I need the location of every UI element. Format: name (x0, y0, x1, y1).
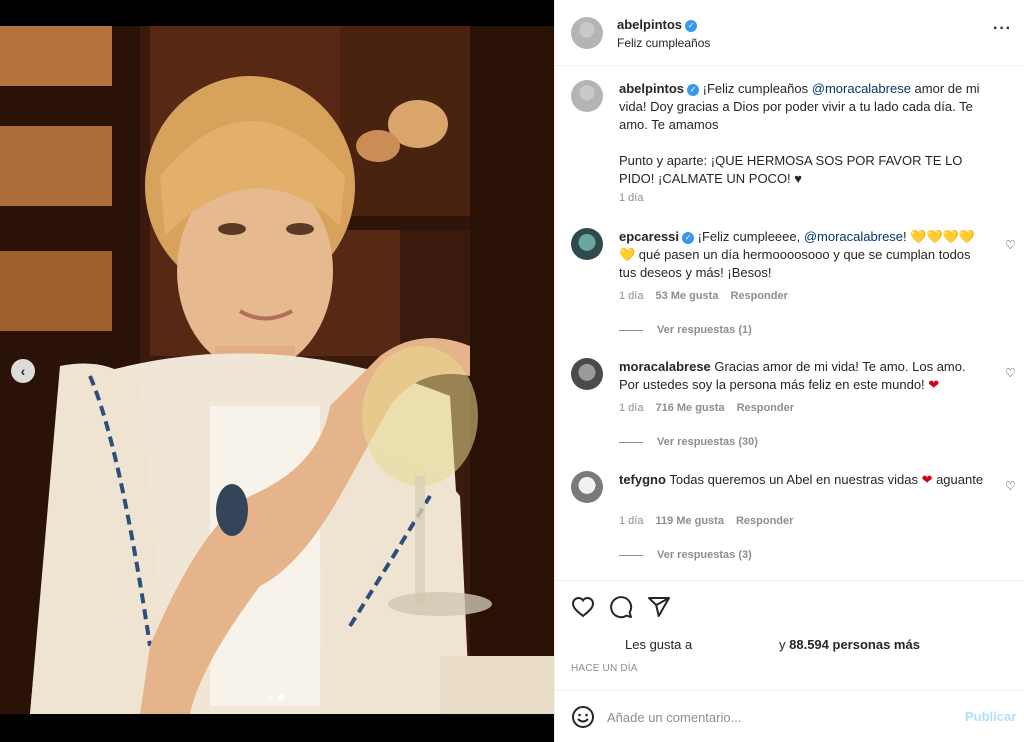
verified-badge-icon: ✓ (682, 231, 694, 244)
view-replies-button[interactable]: Ver respuestas (30) (619, 436, 758, 448)
comment-composer: Publicar (555, 690, 1024, 742)
like-comment-heart-icon[interactable]: ♡ (1005, 238, 1017, 252)
comment-text: tefygno Todas queremos un Abel en nuestr… (619, 471, 989, 489)
post-actions: Les gusta a y 88.594 personas más HACE U… (555, 580, 1024, 690)
caption-text: abelpintos ✓ ¡Feliz cumpleaños @moracalab… (619, 80, 989, 188)
post-photo[interactable] (0, 26, 554, 714)
post-caption: abelpintos ✓ ¡Feliz cumpleaños @moracalab… (571, 80, 1011, 210)
caption-text-a: ¡Feliz cumpleaños (702, 81, 812, 96)
view-replies-label: Ver respuestas (1) (657, 324, 752, 336)
comment-mention[interactable]: @moracalabrese (804, 229, 903, 244)
author-username[interactable]: abelpintos (617, 17, 682, 32)
likes-prefix: Les gusta a (625, 637, 693, 652)
comment-item: moracalabrese Gracias amor de mi vida! T… (571, 358, 1016, 450)
verified-badge-icon: ✓ (685, 19, 698, 32)
replies-divider (619, 554, 643, 556)
emoji-smile-icon[interactable] (571, 705, 595, 729)
reply-button[interactable]: Responder (730, 290, 787, 302)
commenter-avatar[interactable] (571, 358, 603, 390)
comment-likes[interactable]: 53 Me gusta (655, 290, 718, 302)
caption-meta: 1 día (619, 192, 643, 204)
red-heart-emoji: ❤ (928, 377, 940, 392)
likes-count[interactable]: 88.594 personas más (789, 637, 920, 652)
caption-time[interactable]: 1 día (619, 192, 643, 204)
comment-text: moracalabrese Gracias amor de mi vida! T… (619, 358, 989, 394)
commenter-avatar[interactable] (571, 471, 603, 503)
comment-meta: 1 día 53 Me gusta Responder (619, 290, 788, 302)
comment-input[interactable] (607, 705, 947, 729)
view-replies-button[interactable]: Ver respuestas (1) (619, 324, 752, 336)
comment-text-a: ¡Feliz cumpleeee, (697, 229, 804, 244)
caption-author[interactable]: abelpintos (619, 81, 684, 96)
comment-author[interactable]: moracalabrese (619, 359, 711, 374)
carousel-dot (268, 694, 274, 700)
reply-button[interactable]: Responder (736, 515, 793, 527)
chevron-left-icon: ‹ (20, 363, 26, 379)
comment-text-a: Todas queremos un Abel en nuestras vidas (669, 472, 922, 487)
instagram-post-modal: ‹ abelpintos ✓ Feliz cumpleaños ··· abelp… (0, 0, 1024, 742)
more-options-icon[interactable]: ··· (993, 20, 1012, 38)
post-media: ‹ (0, 0, 554, 742)
carousel-indicator (268, 694, 284, 700)
comment-meta: 1 día 119 Me gusta Responder (619, 515, 793, 527)
comment-item: tefygno Todas queremos un Abel en nuestr… (571, 471, 1016, 563)
carousel-dot-active (278, 694, 284, 700)
comment-time[interactable]: 1 día (619, 402, 643, 414)
reply-button[interactable]: Responder (737, 402, 794, 414)
commenter-avatar[interactable] (571, 228, 603, 260)
replies-divider (619, 329, 643, 331)
comment-time[interactable]: 1 día (619, 515, 643, 527)
view-replies-label: Ver respuestas (3) (657, 549, 752, 561)
author-name-row: abelpintos ✓ (617, 17, 698, 32)
verified-badge-icon: ✓ (687, 83, 700, 96)
author-avatar[interactable] (571, 17, 603, 49)
share-paper-plane-icon[interactable] (647, 595, 671, 619)
caption-mention[interactable]: @moracalabrese (812, 81, 911, 96)
photo-illustration (0, 26, 554, 714)
comment-meta: 1 día 716 Me gusta Responder (619, 402, 794, 414)
like-heart-icon[interactable] (571, 595, 595, 619)
comment-author[interactable]: tefygno (619, 472, 666, 487)
view-replies-button[interactable]: Ver respuestas (3) (619, 549, 752, 561)
view-replies-label: Ver respuestas (30) (657, 436, 758, 448)
likes-suffix: y (779, 637, 790, 652)
post-header: abelpintos ✓ Feliz cumpleaños ··· (555, 0, 1024, 66)
comment-time[interactable]: 1 día (619, 290, 643, 302)
like-comment-heart-icon[interactable]: ♡ (1005, 479, 1017, 493)
comment-item: epcaressi ✓ ¡Feliz cumpleeee, @moracalabr… (571, 228, 1016, 338)
comment-text: epcaressi ✓ ¡Feliz cumpleeee, @moracalabr… (619, 228, 989, 282)
comment-author[interactable]: epcaressi (619, 229, 679, 244)
post-timestamp[interactable]: HACE UN DÍA (571, 663, 638, 674)
replies-divider (619, 441, 643, 443)
comments-list[interactable]: abelpintos ✓ ¡Feliz cumpleaños @moracalab… (555, 66, 1024, 580)
like-comment-heart-icon[interactable]: ♡ (1005, 366, 1017, 380)
comment-likes[interactable]: 119 Me gusta (655, 515, 723, 527)
post-side-panel: abelpintos ✓ Feliz cumpleaños ··· abelpin… (554, 0, 1024, 742)
publish-button[interactable]: Publicar (965, 709, 1016, 724)
comment-bubble-icon[interactable] (609, 595, 633, 619)
comment-text-b: aguante (932, 472, 984, 487)
caption-text-c: Punto y aparte: ¡QUE HERMOSA SOS POR FAV… (619, 153, 963, 186)
red-heart-emoji: ❤ (921, 472, 933, 487)
previous-image-button[interactable]: ‹ (11, 359, 35, 383)
post-location[interactable]: Feliz cumpleaños (617, 36, 710, 50)
likes-summary[interactable]: y 88.594 personas más (779, 637, 920, 652)
comment-likes[interactable]: 716 Me gusta (655, 402, 724, 414)
caption-author-avatar[interactable] (571, 80, 603, 112)
